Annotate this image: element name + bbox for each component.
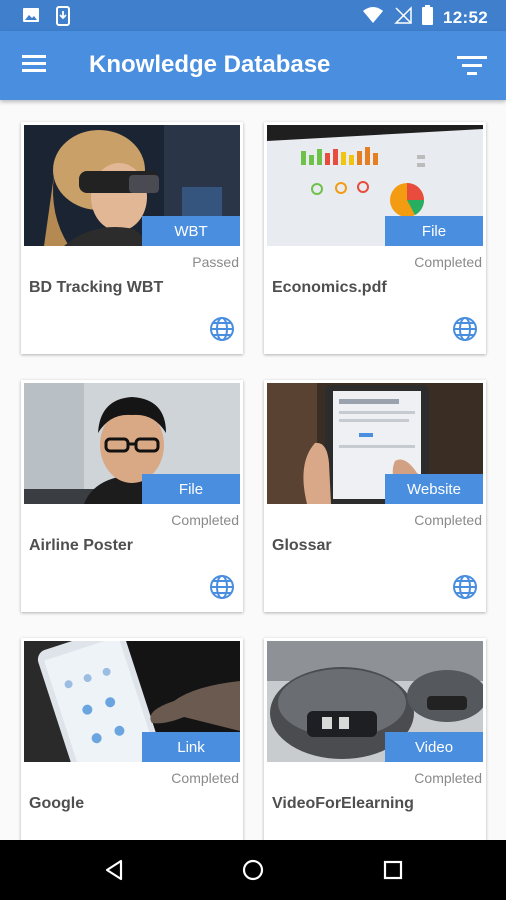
type-badge: Link xyxy=(142,732,240,762)
status-label: Completed xyxy=(171,512,239,528)
back-icon[interactable] xyxy=(102,858,126,882)
image-icon xyxy=(22,6,40,31)
recents-icon[interactable] xyxy=(381,858,405,882)
item-title: Glossar xyxy=(272,537,332,554)
knowledge-card[interactable]: Website Completed Glossar xyxy=(264,380,486,612)
globe-icon[interactable] xyxy=(209,316,235,342)
globe-icon[interactable] xyxy=(452,574,478,600)
page-title: Knowledge Database xyxy=(89,51,331,78)
item-title: Economics.pdf xyxy=(272,279,387,296)
globe-icon[interactable] xyxy=(209,574,235,600)
type-badge: WBT xyxy=(142,216,240,246)
knowledge-card[interactable]: File Completed Economics.pdf xyxy=(264,122,486,354)
item-title: VideoForElearning xyxy=(272,795,414,812)
knowledge-card[interactable]: Video Completed VideoForElearning xyxy=(264,638,486,840)
menu-icon[interactable] xyxy=(22,53,48,75)
item-title: BD Tracking WBT xyxy=(29,279,164,296)
knowledge-card[interactable]: File Completed Airline Poster xyxy=(21,380,243,612)
status-bar: 12:52 xyxy=(0,0,506,31)
type-badge: File xyxy=(385,216,483,246)
knowledge-card[interactable]: Link Completed Google xyxy=(21,638,243,840)
filter-icon[interactable] xyxy=(456,53,488,77)
home-icon[interactable] xyxy=(241,858,265,882)
knowledge-grid: WBT Passed BD Tracking WBT File Complete… xyxy=(0,100,506,840)
type-badge: Website xyxy=(385,474,483,504)
no-signal-icon xyxy=(394,6,412,29)
status-label: Passed xyxy=(192,254,239,270)
status-label: Completed xyxy=(414,254,482,270)
app-bar: Knowledge Database xyxy=(0,31,506,100)
battery-icon xyxy=(422,5,434,30)
status-label: Completed xyxy=(171,770,239,786)
clock: 12:52 xyxy=(443,7,488,27)
wifi-icon xyxy=(362,6,384,29)
item-title: Airline Poster xyxy=(29,537,134,554)
globe-icon[interactable] xyxy=(452,316,478,342)
type-badge: Video xyxy=(385,732,483,762)
status-label: Completed xyxy=(414,512,482,528)
status-label: Completed xyxy=(414,770,482,786)
type-badge: File xyxy=(142,474,240,504)
knowledge-card[interactable]: WBT Passed BD Tracking WBT xyxy=(21,122,243,354)
system-nav-bar xyxy=(0,840,506,900)
item-title: Google xyxy=(29,795,85,812)
phone-download-icon xyxy=(56,6,70,31)
